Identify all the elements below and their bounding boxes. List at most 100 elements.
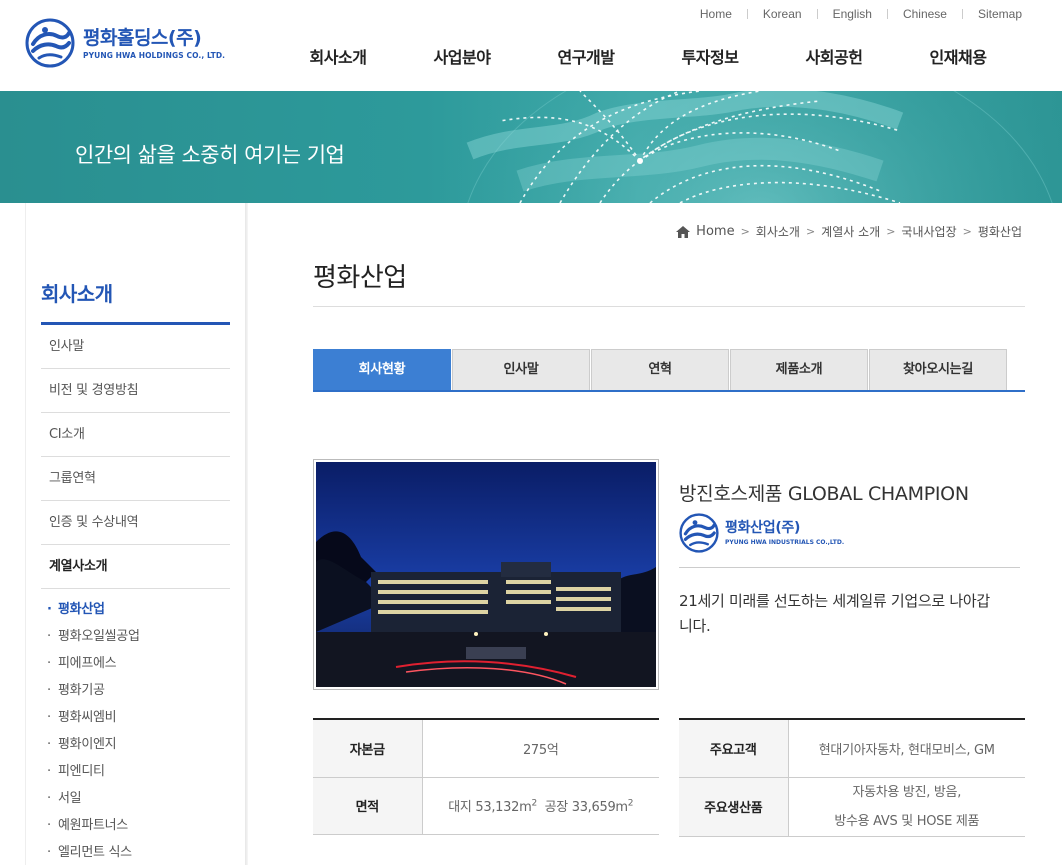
chevron-right-icon: > [962,225,972,238]
breadcrumb: Home > 회사소개 > 계열사 소개 > 국내사업장 > 평화산업 [676,223,1022,240]
sub-item-label: 평화이엔지 [58,737,117,752]
breadcrumb-affiliates[interactable]: 계열사 소개 [821,223,880,240]
bullet-dot: · [47,791,51,806]
bullet-dot: · [47,683,51,698]
tab-directions[interactable]: 찾아오시는길 [869,349,1007,390]
util-link-english[interactable]: English [818,7,887,21]
sidebar-item-certification[interactable]: 인증 및 수상내역 [41,501,230,545]
breadcrumb-current: 평화산업 [977,225,1022,239]
bullet-dot: · [47,656,51,671]
main-nav: 회사소개 사업분야 연구개발 투자정보 사회공헌 인재채용 [276,44,1020,68]
sub-item-label: 서일 [58,791,82,806]
chevron-right-icon: > [740,225,750,238]
sidebar-menu: 인사말 비전 및 경영방침 CI소개 그룹연혁 인증 및 수상내역 계열사소개 [41,325,230,589]
chevron-right-icon: > [805,225,816,238]
bullet-dot: · [47,602,52,617]
sidebar-item-affiliates[interactable]: 계열사소개 [41,545,230,589]
util-link-korean[interactable]: Korean [748,7,817,21]
capital-value: 275억 [422,719,659,778]
bullet-dot: · [47,737,51,752]
logo-name-en: PYUNG HWA HOLDINGS CO., LTD. [83,50,226,60]
util-link-chinese[interactable]: Chinese [888,7,962,21]
util-link-sitemap[interactable]: Sitemap [963,7,1022,21]
site-header: 평화홀딩스(주) PYUNG HWA HOLDINGS CO., LTD. Ho… [0,0,1062,91]
company-info-table-right: 주요고객 현대기아자동차, 현대모비스, GM 주요생산품 자동차용 방진, 방… [679,718,1025,837]
sub-item-label: 평화오일씰공업 [58,629,140,644]
nav-item-company[interactable]: 회사소개 [276,44,400,68]
sidebar-shadow [245,203,248,865]
nav-item-rnd[interactable]: 연구개발 [524,44,648,68]
sub-item-pyunghwa-kigong[interactable]: · 평화기공 [47,679,140,706]
tab-greeting[interactable]: 인사말 [452,349,590,390]
hero-banner: 인간의 삶을 소중히 여기는 기업 [0,91,1062,203]
nav-item-social[interactable]: 사회공헌 [772,44,896,68]
breadcrumb-company[interactable]: 회사소개 [756,223,800,240]
sidebar-item-vision[interactable]: 비전 및 경영방침 [41,369,230,413]
sidebar-item-greeting[interactable]: 인사말 [41,325,230,369]
breadcrumb-home[interactable]: Home [696,224,734,239]
sub-item-pyunghwa-cmb[interactable]: · 평화씨엠비 [47,706,140,733]
chevron-right-icon: > [886,225,896,238]
nav-item-recruit[interactable]: 인재채용 [896,44,1020,68]
product-value: 자동차용 방진, 방음, 방수용 AVS 및 HOSE 제품 [788,777,1025,837]
affiliate-logo: 평화산업(주) PYUNG HWA INDUSTRIALS CO.,LTD. [679,513,844,553]
sidebar-submenu: · 평화산업 · 평화오일씰공업 · 피에프에스 · 평화기공 · 평화씨엠비 · 평화이엔… [47,598,140,865]
company-info-table-left: 자본금 275억 면적 대지 53,132m2 공장 33,659m2 [313,718,659,835]
page-title: 평화산업 [313,263,407,293]
sidebar-item-history[interactable]: 그룹연혁 [41,457,230,501]
product-line-1: 자동차용 방진, 방음, [852,784,962,800]
bullet-dot: · [47,845,51,860]
sub-item-seoil[interactable]: · 서일 [47,787,140,814]
banner-slogan: 인간의 삶을 소중히 여기는 기업 [75,143,345,167]
area-label: 면적 [313,777,423,835]
area-site: 대지 53,132m [448,800,532,815]
affiliate-name-kr: 평화산업(주) [725,520,801,536]
content-tabs: 회사현황 인사말 연혁 제품소개 찾아오시는길 [313,349,1025,392]
sub-item-label: 피엔디티 [58,764,105,779]
company-logo[interactable]: 평화홀딩스(주) PYUNG HWA HOLDINGS CO., LTD. [25,18,225,68]
breadcrumb-domestic[interactable]: 국내사업장 [901,223,956,240]
bullet-dot: · [47,818,51,833]
customer-value: 현대기아자동차, 현대모비스, GM [788,719,1025,778]
sub-item-label: 예원파트너스 [58,818,128,833]
util-link-home[interactable]: Home [685,7,747,21]
affiliate-name-en: PYUNG HWA INDUSTRIALS CO.,LTD. [725,539,845,546]
sub-item-label: 엘리먼트 식스 [58,845,132,860]
tab-history[interactable]: 연혁 [591,349,729,390]
area-value: 대지 53,132m2 공장 33,659m2 [422,777,659,835]
sub-item-element-six[interactable]: · 엘리먼트 식스 [47,841,140,865]
factory-night-image [316,462,656,687]
pyunghwa-industrial-logo-icon [679,513,719,553]
factory-photo [313,459,659,690]
nav-item-business[interactable]: 사업분야 [400,44,524,68]
product-line-2: 방수용 AVS 및 HOSE 제품 [834,813,980,829]
sub-item-pfs[interactable]: · 피에프에스 [47,652,140,679]
sidebar-border [25,203,26,865]
bullet-dot: · [47,764,51,779]
sub-item-pndt[interactable]: · 피엔디티 [47,760,140,787]
utility-nav: Home Korean English Chinese Sitemap [685,7,1022,21]
intro-divider [679,567,1020,568]
sub-item-label: 평화산업 [58,602,105,617]
tab-products[interactable]: 제품소개 [730,349,868,390]
area-unit-superscript: 2 [531,798,537,809]
nav-item-investor[interactable]: 투자정보 [648,44,772,68]
intro-headline: 방진호스제품 GLOBAL CHAMPION [679,483,969,505]
sub-item-yewon[interactable]: · 예원파트너스 [47,814,140,841]
tab-company-status[interactable]: 회사현황 [313,349,451,390]
sub-item-pyunghwa-eng[interactable]: · 평화이엔지 [47,733,140,760]
sub-item-label: 평화씨엠비 [58,710,117,725]
sidebar-item-ci[interactable]: CI소개 [41,413,230,457]
home-icon [676,225,691,238]
title-divider [313,306,1025,307]
area-unit-superscript: 2 [627,798,634,809]
capital-label: 자본금 [313,719,423,778]
sub-item-pyunghwa-oilseal[interactable]: · 평화오일씰공업 [47,625,140,652]
product-label: 주요생산품 [679,777,789,837]
bullet-dot: · [47,710,51,725]
sub-item-pyunghwa-industrial[interactable]: · 평화산업 [47,598,140,625]
sidebar-title: 회사소개 [41,282,113,306]
pyunghwa-logo-icon [25,18,75,68]
customer-label: 주요고객 [679,719,789,778]
sub-item-label: 피에프에스 [58,656,117,671]
